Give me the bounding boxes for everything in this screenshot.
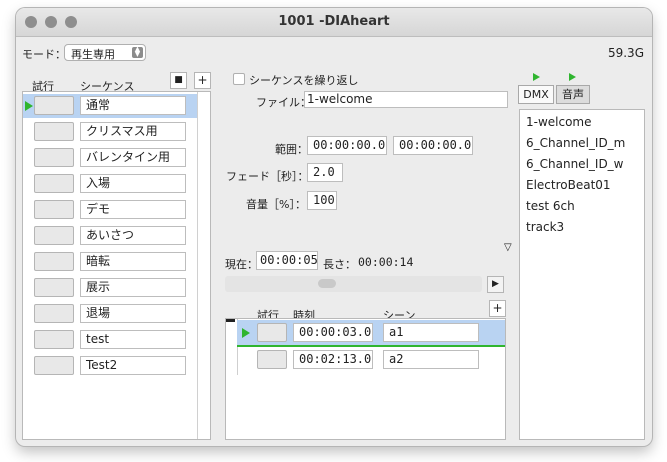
cue-list[interactable]: 00:00:03.00 a1 00:02:13.00 a2 <box>225 318 506 440</box>
sequence-name-field[interactable]: 退場 <box>80 304 186 323</box>
stop-button[interactable]: ■ <box>170 72 187 89</box>
cue-trial-button[interactable] <box>257 323 287 342</box>
audio-file-item[interactable]: 6_Channel_ID_m <box>526 136 625 150</box>
disk-space: 59.3G <box>607 46 644 60</box>
sequence-name-field[interactable]: Test2 <box>80 356 186 375</box>
audio-file-item[interactable]: test 6ch <box>526 199 575 213</box>
cue-row[interactable]: 00:02:13.00 a2 <box>237 347 505 372</box>
dmx-play-indicator-icon <box>533 73 540 81</box>
sequence-name-field[interactable]: test <box>80 330 186 349</box>
window-title: 1001 -DIAheart <box>278 14 390 29</box>
tab-audio[interactable]: 音声 <box>556 85 590 104</box>
collapse-triangle-icon[interactable]: ▽ <box>504 242 512 253</box>
play-indicator-icon <box>242 328 250 338</box>
sequence-row[interactable]: test <box>23 328 197 352</box>
range-end-field[interactable]: 00:00:00.00 <box>393 136 473 155</box>
audio-file-item[interactable]: 6_Channel_ID_w <box>526 157 624 171</box>
range-start-field[interactable]: 00:00:00.00 <box>307 136 387 155</box>
audio-file-item[interactable]: 1-welcome <box>526 115 592 129</box>
sequence-trial-button[interactable] <box>34 148 74 167</box>
sequence-row[interactable]: クリスマス用 <box>23 120 197 144</box>
app-window: 1001 -DIAheart モード： 再生専用 ▲ ▼ 59.3G 試行 シーケ… <box>16 8 652 446</box>
sequence-row[interactable]: 退場 <box>23 302 197 326</box>
sequence-trial-button[interactable] <box>34 252 74 271</box>
volume-label: 音量［%］： <box>246 198 306 211</box>
fade-field[interactable]: 2.0 <box>307 163 343 182</box>
sequence-trial-button[interactable] <box>34 200 74 219</box>
sequence-trial-button[interactable] <box>34 226 74 245</box>
range-label: 範囲： <box>275 143 308 156</box>
seek-slider-thumb[interactable] <box>318 279 336 288</box>
sequence-row[interactable]: デモ <box>23 198 197 222</box>
sequence-name-field[interactable]: デモ <box>80 200 186 219</box>
sequence-trial-button[interactable] <box>34 304 74 323</box>
audio-file-item[interactable]: ElectroBeat01 <box>526 178 611 192</box>
cue-time-field[interactable]: 00:02:13.00 <box>293 350 373 369</box>
sequence-name-field[interactable]: 通常 <box>80 96 186 115</box>
chevron-updown-icon: ▲ ▼ <box>132 46 143 58</box>
sequence-trial-button[interactable] <box>34 356 74 375</box>
add-cue-button[interactable]: + <box>489 300 506 317</box>
current-time-field: 00:00:05 <box>256 251 318 270</box>
sequence-name-field[interactable]: 展示 <box>80 278 186 297</box>
sequence-row[interactable]: 暗転 <box>23 250 197 274</box>
play-button[interactable]: ▶ <box>487 276 504 293</box>
sequence-name-field[interactable]: クリスマス用 <box>80 122 186 141</box>
cue-gutter-marker <box>226 319 235 322</box>
cue-scene-field[interactable]: a2 <box>383 350 479 369</box>
cue-row[interactable]: 00:00:03.00 a1 <box>237 320 505 345</box>
play-indicator-icon <box>25 101 33 111</box>
mode-select[interactable]: 再生専用 ▲ ▼ <box>64 44 146 61</box>
fade-label: フェード［秒］： <box>226 170 309 183</box>
sequence-list[interactable]: 通常クリスマス用 バレンタイン用 入場デモあいさつ暗転展示退場 test Test2 <box>22 91 211 440</box>
sequence-trial-button[interactable] <box>34 278 74 297</box>
tab-dmx[interactable]: DMX <box>518 85 554 104</box>
sequence-row[interactable]: 展示 <box>23 276 197 300</box>
sequence-row[interactable]: Test2 <box>23 354 197 378</box>
sequence-row[interactable]: バレンタイン用 <box>23 146 197 170</box>
volume-field[interactable]: 100 <box>307 191 337 210</box>
file-field[interactable]: 1-welcome <box>304 91 508 108</box>
file-label: ファイル： <box>256 96 311 109</box>
sequence-row[interactable]: 通常 <box>23 94 197 118</box>
sequence-row[interactable]: あいさつ <box>23 224 197 248</box>
length-value: 00:00:14 <box>358 255 414 269</box>
cue-time-field[interactable]: 00:00:03.00 <box>293 323 373 342</box>
list-scrollbar-divider <box>197 92 198 439</box>
audio-play-indicator-icon <box>569 73 576 81</box>
sequence-name-field[interactable]: あいさつ <box>80 226 186 245</box>
length-label: 長さ： <box>323 258 356 271</box>
sequence-trial-button[interactable] <box>34 96 74 115</box>
sequence-trial-button[interactable] <box>34 174 74 193</box>
sequence-trial-button[interactable] <box>34 330 74 349</box>
sequence-name-field[interactable]: 入場 <box>80 174 186 193</box>
cue-scene-field[interactable]: a1 <box>383 323 479 342</box>
title-bar: 1001 -DIAheart <box>16 8 652 37</box>
audio-file-item[interactable]: track3 <box>526 220 564 234</box>
mode-label: モード： <box>22 48 66 61</box>
repeat-checkbox[interactable] <box>233 73 245 85</box>
seek-slider-track[interactable] <box>225 276 482 292</box>
audio-file-list[interactable]: 1-welcome 6_Channel_ID_m 6_Channel_ID_w Ele… <box>519 109 645 440</box>
add-sequence-button[interactable]: + <box>194 72 211 89</box>
current-label: 現在： <box>225 258 258 271</box>
sequence-row[interactable]: 入場 <box>23 172 197 196</box>
sequence-name-field[interactable]: バレンタイン用 <box>80 148 186 167</box>
repeat-label: シーケンスを繰り返し <box>249 74 359 87</box>
sequence-name-field[interactable]: 暗転 <box>80 252 186 271</box>
cue-trial-button[interactable] <box>257 350 287 369</box>
mode-select-value: 再生専用 <box>71 48 115 61</box>
sequence-trial-button[interactable] <box>34 122 74 141</box>
